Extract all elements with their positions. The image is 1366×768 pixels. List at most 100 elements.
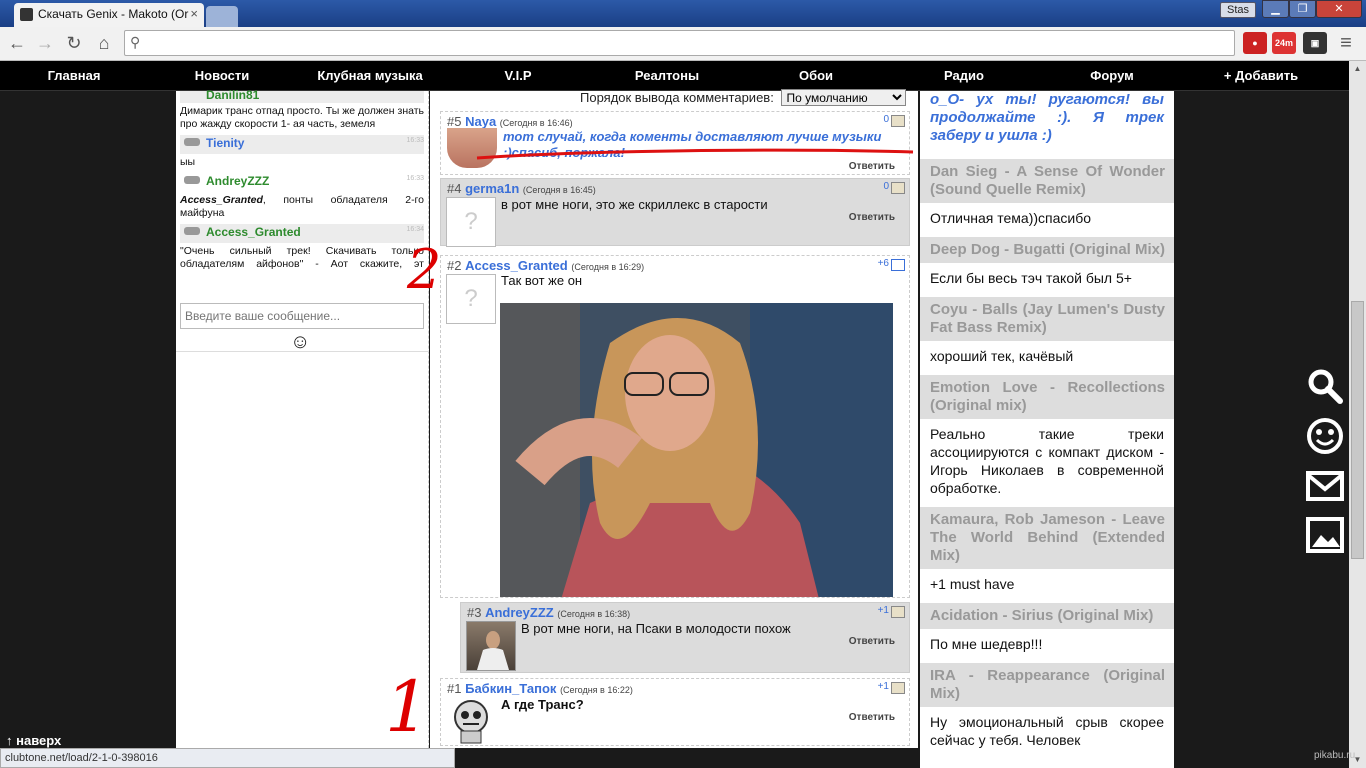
sidebar-track-title[interactable]: Emotion Love - Recollections (Original m…	[920, 375, 1174, 419]
rate-icon[interactable]	[891, 606, 905, 618]
sidebar-item: Coyu - Balls (Jay Lumen's Dusty Fat Bass…	[920, 297, 1174, 396]
browser-menu-icon[interactable]: ≡	[1334, 32, 1358, 54]
comment-rating: +1	[877, 605, 889, 616]
chat-message-input[interactable]	[180, 303, 424, 329]
nav-news[interactable]: Новости	[195, 68, 250, 83]
address-bar[interactable]: ⚲	[124, 30, 1235, 56]
browser-tab-active[interactable]: Скачать Genix - Makoto (Or ×	[14, 3, 204, 27]
comment-time: (Сегодня в 16:45)	[522, 185, 596, 195]
nav-wallpapers[interactable]: Обои	[799, 68, 833, 83]
tab-favicon-icon	[20, 8, 33, 21]
chat-time: 16:33	[406, 137, 424, 144]
sidebar-top-comment: o_O- ух ты! ругаются! вы продолжайте :).…	[920, 91, 1174, 180]
extension-stop-icon[interactable]: ●	[1243, 32, 1267, 54]
comment-header: #5 Naya (Сегодня в 16:46)	[447, 114, 573, 129]
chat-message-header: AndreyZZZ 16:33	[180, 173, 424, 192]
chat-author[interactable]: Access_Granted	[206, 225, 301, 239]
browser-toolbar: ← → ↻ ⌂ ⚲ ● 24m ▣ ≡	[0, 27, 1366, 61]
reply-button[interactable]: Ответить	[849, 212, 895, 223]
comments-order: Порядок вывода комментариев: По умолчани…	[580, 89, 907, 106]
sidebar-comment-text: хороший тек, качёвый	[930, 348, 1074, 364]
red-underline-annotation	[476, 148, 914, 160]
nav-club-music[interactable]: Клубная музыка	[317, 68, 422, 83]
scroll-up-icon[interactable]: ▲	[1349, 61, 1366, 77]
sidebar-track-title[interactable]: Kamaura, Rob Jameson - Leave The World B…	[920, 507, 1174, 569]
chat-author[interactable]: Tienity	[206, 136, 244, 150]
comment-header: #1 Бабкин_Тапок (Сегодня в 16:22)	[447, 681, 633, 696]
extension-glasses-icon[interactable]: ▣	[1303, 32, 1327, 54]
nav-add[interactable]: + Добавить	[1224, 68, 1298, 83]
back-to-top-link[interactable]: ↑ наверх	[6, 733, 61, 748]
sidebar-item: Kamaura, Rob Jameson - Leave The World B…	[920, 507, 1174, 624]
comment-author[interactable]: germa1n	[465, 181, 519, 196]
sidebar-track-title[interactable]: IRA - Reappearance (Original Mix)	[920, 663, 1174, 707]
rate-icon[interactable]	[891, 115, 905, 127]
nav-forum[interactable]: Форум	[1090, 68, 1133, 83]
rate-icon[interactable]	[891, 682, 905, 694]
browser-titlebar: Скачать Genix - Makoto (Or × Stas ▁ ❐ ✕	[0, 0, 1366, 27]
image-icon[interactable]	[1306, 517, 1344, 555]
tab-title: Скачать Genix - Makoto (Or	[38, 7, 189, 21]
comment-avatar	[447, 697, 495, 745]
rate-icon[interactable]	[891, 182, 905, 194]
comment-number: #4	[447, 181, 462, 196]
reply-button[interactable]: Ответить	[849, 636, 895, 647]
chat-message: AndreyZZZ 16:33 Access_Granted, понты об…	[176, 173, 428, 224]
mail-icon[interactable]	[1306, 467, 1344, 505]
comment-text: А где Транс?	[501, 697, 584, 712]
sidebar-comment-text: +1 must have	[930, 576, 1015, 592]
chat-message-header: Access_Granted 16:34	[180, 224, 424, 243]
scrollbar-thumb[interactable]	[1351, 301, 1364, 559]
maximize-button[interactable]: ❐	[1289, 0, 1316, 18]
edit-icon[interactable]	[891, 259, 905, 271]
search-icon: ⚲	[130, 34, 141, 50]
chat-author[interactable]: Danilin81	[206, 88, 259, 102]
comment-text: Так вот же он	[501, 273, 583, 288]
comment-author[interactable]: Бабкин_Тапок	[465, 681, 556, 696]
extension-24m-icon[interactable]: 24m	[1272, 32, 1296, 54]
reload-icon[interactable]: ↻	[62, 32, 86, 54]
chat-author[interactable]: AndreyZZZ	[206, 174, 269, 188]
nav-vip[interactable]: V.I.P	[505, 68, 532, 83]
reply-button[interactable]: Ответить	[849, 161, 895, 172]
nav-radio[interactable]: Радио	[944, 68, 984, 83]
sidebar-comment-text: Отличная тема))спасибо	[930, 210, 1092, 226]
home-icon[interactable]: ⌂	[92, 32, 116, 54]
comment-author[interactable]: Naya	[465, 114, 496, 129]
comment-number: #2	[447, 258, 462, 273]
close-window-button[interactable]: ✕	[1316, 0, 1362, 18]
page-scrollbar[interactable]: ▲ ▼	[1349, 61, 1366, 768]
url-input[interactable]	[151, 34, 1221, 52]
chat-time: 16:34	[406, 226, 424, 233]
minimize-button[interactable]: ▁	[1262, 0, 1289, 18]
sidebar-item: Deep Dog - Bugatti (Original Mix) Если б…	[920, 237, 1174, 318]
comment-header: #2 Access_Granted (Сегодня в 16:29)	[447, 258, 644, 273]
tab-close-icon[interactable]: ×	[190, 3, 198, 25]
comment-author[interactable]: Access_Granted	[465, 258, 568, 273]
comment-text: В рот мне ноги, на Псаки в молодости пох…	[521, 621, 791, 636]
comments-order-select[interactable]: По умолчанию	[781, 89, 907, 106]
annotation-mark-2: 2	[407, 238, 442, 301]
comment-author[interactable]: AndreyZZZ	[485, 605, 554, 620]
nav-home[interactable]: Главная	[48, 68, 101, 83]
sidebar-comment: Реально такие треки ассоциируются с комп…	[930, 419, 1164, 528]
nav-realtones[interactable]: Реалтоны	[635, 68, 699, 83]
search-icon[interactable]	[1306, 367, 1344, 405]
back-icon[interactable]: ←	[5, 32, 29, 54]
forward-icon[interactable]: →	[33, 32, 57, 54]
smiley-icon[interactable]	[1306, 417, 1344, 455]
comment-rating: 0	[883, 114, 889, 125]
profile-badge[interactable]: Stas	[1220, 2, 1256, 18]
watermark: pikabu.ru	[1314, 750, 1356, 761]
comment-text: в рот мне ноги, это же скриллекс в старо…	[501, 197, 768, 212]
sidebar-item: Dan Sieg - A Sense Of Wonder (Sound Quel…	[920, 159, 1174, 258]
comment-rating: 0	[883, 181, 889, 192]
reply-button[interactable]: Ответить	[849, 712, 895, 723]
chat-mention[interactable]: Access_Granted	[180, 194, 263, 206]
chat-text: ыы	[180, 156, 196, 168]
comment-photo[interactable]	[500, 303, 893, 597]
chat-text: Access_Granted, понты обладателя 2-го ма…	[180, 192, 424, 222]
sidebar-item: IRA - Reappearance (Original Mix) Ну эмо…	[920, 663, 1174, 759]
new-tab-button[interactable]	[206, 6, 238, 27]
comment-number: #5	[447, 114, 462, 129]
